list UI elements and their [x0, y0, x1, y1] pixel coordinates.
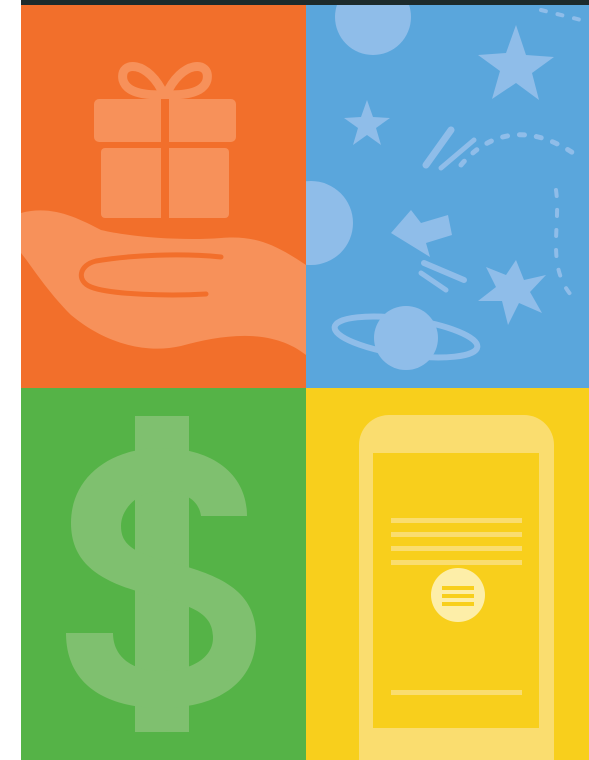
gift-tile	[21, 5, 306, 388]
gift-in-hand-icon	[21, 62, 306, 355]
money-tile	[21, 388, 306, 760]
space-tile	[306, 5, 589, 388]
smartphone-icon	[359, 415, 554, 760]
space-stars-planets-icon	[306, 5, 583, 370]
dollar-sign-icon	[66, 416, 256, 732]
phone-tile	[306, 388, 589, 760]
